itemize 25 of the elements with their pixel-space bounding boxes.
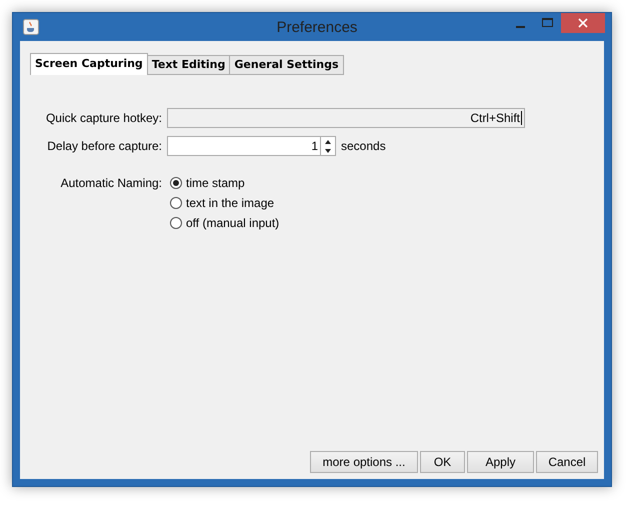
hotkey-field[interactable]: Ctrl+Shift bbox=[167, 108, 525, 128]
radio-label[interactable]: time stamp bbox=[186, 176, 245, 190]
radio-button[interactable] bbox=[170, 177, 182, 189]
dialog-button[interactable]: Apply bbox=[467, 451, 534, 473]
dialog-button[interactable]: OK bbox=[420, 451, 465, 473]
tab[interactable]: Text Editing bbox=[146, 55, 230, 75]
radio-label[interactable]: off (manual input) bbox=[186, 216, 280, 230]
dialog-button[interactable]: Cancel bbox=[536, 451, 598, 473]
window-title: Preferences bbox=[276, 18, 358, 36]
maximize-icon bbox=[542, 18, 554, 28]
radio-label[interactable]: text in the image bbox=[186, 196, 274, 210]
radio-button[interactable] bbox=[170, 197, 182, 209]
field-label: Delay before capture: bbox=[46, 139, 162, 153]
tab[interactable]: Screen Capturing bbox=[30, 53, 148, 75]
java-cup-icon bbox=[23, 19, 39, 35]
delay-spinner[interactable]: 1 bbox=[167, 136, 336, 156]
close-button[interactable] bbox=[561, 13, 605, 33]
radio-button[interactable] bbox=[170, 217, 182, 229]
unit-label: seconds bbox=[341, 139, 386, 153]
close-icon bbox=[578, 18, 588, 28]
dialog-button[interactable]: more options ... bbox=[310, 451, 418, 473]
tab[interactable]: General Settings bbox=[229, 55, 344, 75]
field-label: Quick capture hotkey: bbox=[44, 111, 162, 125]
field-label: Automatic Naming: bbox=[60, 175, 162, 190]
minimize-icon bbox=[516, 26, 525, 28]
